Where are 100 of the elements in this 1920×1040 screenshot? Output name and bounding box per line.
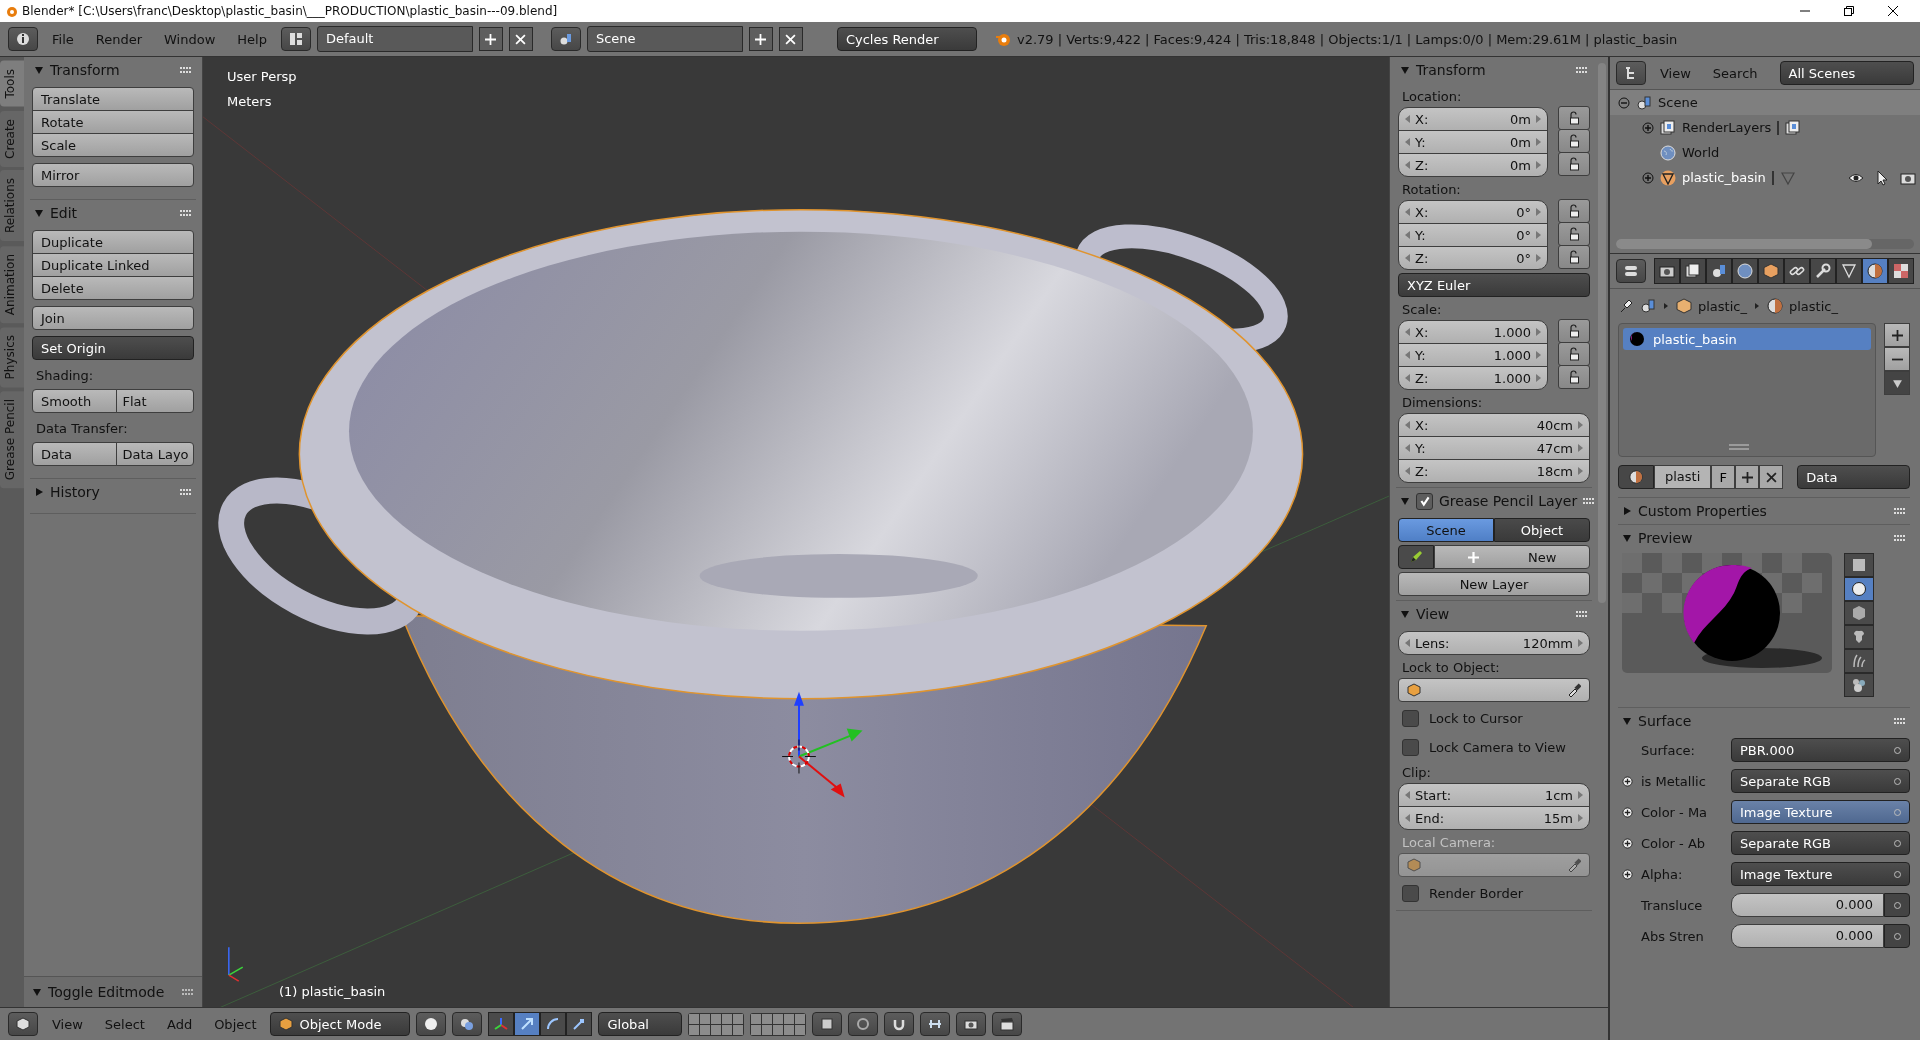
render-engine-dropdown[interactable]: Cycles Render — [836, 27, 977, 51]
tool-shelf-tab[interactable]: Tools — [0, 61, 24, 107]
breadcrumb-item[interactable]: plastic_ — [1788, 298, 1838, 314]
lock-button[interactable] — [1558, 199, 1590, 223]
menu-item[interactable]: Select — [96, 1016, 153, 1032]
panel-title[interactable]: Transform — [50, 62, 174, 78]
pencil-type-button[interactable] — [1398, 545, 1434, 569]
properties-tab[interactable] — [1888, 258, 1914, 284]
editor-type-button[interactable] — [1616, 61, 1646, 85]
linked-node-dropdown[interactable]: Image Texture — [1731, 862, 1910, 886]
render-layers-icon[interactable] — [1785, 119, 1802, 136]
preview-shape-button[interactable] — [1844, 577, 1874, 601]
drag-handle-icon[interactable] — [1894, 508, 1906, 514]
expand-toggle-icon[interactable] — [1622, 868, 1633, 880]
tool-button[interactable]: Delete — [32, 276, 194, 300]
fake-user-button[interactable]: F — [1711, 465, 1736, 489]
panel-title[interactable]: Surface — [1638, 713, 1888, 729]
expand-toggle-icon[interactable] — [1642, 171, 1654, 184]
scene-type-button[interactable] — [550, 27, 581, 51]
menu-item[interactable]: View — [44, 1016, 91, 1032]
close-icon[interactable] — [1888, 6, 1898, 16]
drag-handle-icon[interactable] — [182, 989, 194, 995]
drag-handle-icon[interactable] — [1583, 498, 1596, 504]
properties-tab[interactable] — [1836, 258, 1862, 284]
manipulator-button[interactable] — [540, 1012, 567, 1036]
menu-item[interactable]: Render — [87, 31, 151, 47]
disclosure-triangle-icon[interactable] — [1622, 716, 1632, 726]
add-slot-button[interactable] — [1884, 323, 1910, 347]
object-field[interactable] — [1398, 678, 1590, 702]
tool-button[interactable]: Data Layo — [115, 442, 194, 466]
breadcrumb-item[interactable]: plastic_ — [1698, 298, 1747, 314]
tool-button[interactable]: Duplicate Linked — [32, 253, 194, 277]
drag-handle-icon[interactable] — [180, 210, 192, 216]
socket-link-button[interactable] — [1884, 893, 1910, 917]
menu-item[interactable]: Window — [156, 31, 224, 47]
editor-type-button[interactable] — [8, 27, 38, 51]
disclosure-triangle-icon[interactable] — [1400, 65, 1410, 75]
layer-grid[interactable] — [750, 1012, 807, 1036]
scene-field[interactable]: Scene — [586, 26, 743, 52]
set-origin-dropdown[interactable]: Set Origin — [32, 336, 194, 360]
source-toggle[interactable]: Scene — [1398, 518, 1494, 542]
layer-checkbox[interactable] — [1416, 492, 1433, 510]
panel-title[interactable]: History — [50, 484, 174, 500]
new-layer-button[interactable]: New Layer — [1398, 572, 1590, 596]
lock-button[interactable] — [1558, 245, 1590, 269]
pin-icon[interactable] — [1618, 298, 1634, 314]
properties-tab[interactable] — [1654, 258, 1680, 284]
manipulator-button[interactable] — [514, 1012, 541, 1036]
disclosure-triangle-icon[interactable] — [1400, 609, 1410, 619]
add-button[interactable] — [748, 27, 773, 51]
lock-button[interactable] — [1558, 152, 1590, 176]
expand-toggle-icon[interactable] — [1642, 121, 1654, 134]
linked-node-dropdown[interactable]: Image Texture — [1731, 800, 1910, 824]
disclosure-triangle-icon[interactable] — [1622, 533, 1632, 543]
expand-toggle-icon[interactable] — [1622, 806, 1633, 818]
rotation-mode-dropdown[interactable]: XYZ Euler — [1398, 273, 1590, 297]
number-field[interactable]: 0.000 — [1731, 893, 1884, 917]
orientation-dropdown[interactable]: Global — [598, 1012, 683, 1036]
lock-layers-button[interactable] — [812, 1012, 843, 1036]
layout-type-button[interactable] — [280, 27, 311, 51]
panel-title[interactable]: View — [1416, 606, 1570, 622]
tool-button[interactable]: Smooth — [32, 389, 117, 413]
add-button[interactable] — [478, 27, 503, 51]
preview-shape-button[interactable] — [1844, 649, 1874, 673]
disclosure-triangle-icon[interactable] — [32, 987, 42, 997]
scrollbar-thumb[interactable] — [1616, 239, 1873, 249]
snap-element-button[interactable] — [920, 1012, 951, 1036]
linked-node-dropdown[interactable]: Separate RGB — [1731, 831, 1910, 855]
new-button[interactable]: New — [1434, 545, 1590, 569]
tree-item[interactable]: World — [1682, 145, 1720, 160]
disclosure-triangle-icon[interactable] — [34, 208, 44, 218]
checkbox[interactable] — [1402, 738, 1419, 756]
panel-title[interactable]: Custom Properties — [1638, 503, 1888, 519]
tool-button[interactable]: Rotate — [32, 110, 194, 134]
properties-tab[interactable] — [1784, 258, 1810, 284]
opengl-animation-button[interactable] — [992, 1012, 1023, 1036]
unlink-button[interactable] — [1759, 465, 1784, 489]
preview-shape-button[interactable] — [1844, 601, 1874, 625]
menu-item[interactable]: File — [44, 31, 82, 47]
tree-item[interactable]: Scene — [1658, 95, 1698, 110]
lock-button[interactable] — [1558, 365, 1590, 389]
cursor-arrow-icon[interactable] — [1874, 169, 1890, 186]
disclosure-triangle-icon[interactable] — [34, 65, 44, 75]
menu-item[interactable]: View — [1652, 65, 1699, 81]
drag-handle-icon[interactable] — [1576, 67, 1588, 73]
shader-dropdown[interactable]: PBR.000 — [1731, 738, 1910, 762]
socket-link-button[interactable] — [1884, 924, 1910, 948]
tool-button[interactable]: Scale — [32, 133, 194, 157]
editor-type-button[interactable] — [1616, 259, 1646, 283]
panel-title[interactable]: Grease Pencil Layer — [1439, 493, 1578, 509]
linked-node-dropdown[interactable]: Separate RGB — [1731, 769, 1910, 793]
tool-button[interactable]: Mirror — [32, 163, 194, 187]
source-toggle[interactable]: Object — [1494, 518, 1590, 542]
expand-toggle-icon[interactable] — [1618, 96, 1630, 109]
tool-button[interactable]: Translate — [32, 87, 194, 111]
preview-shape-button[interactable] — [1844, 625, 1874, 649]
properties-tab[interactable] — [1680, 258, 1706, 284]
opengl-render-button[interactable] — [956, 1012, 987, 1036]
slot-menu-button[interactable] — [1884, 371, 1910, 395]
preview-shape-button[interactable] — [1844, 553, 1874, 577]
